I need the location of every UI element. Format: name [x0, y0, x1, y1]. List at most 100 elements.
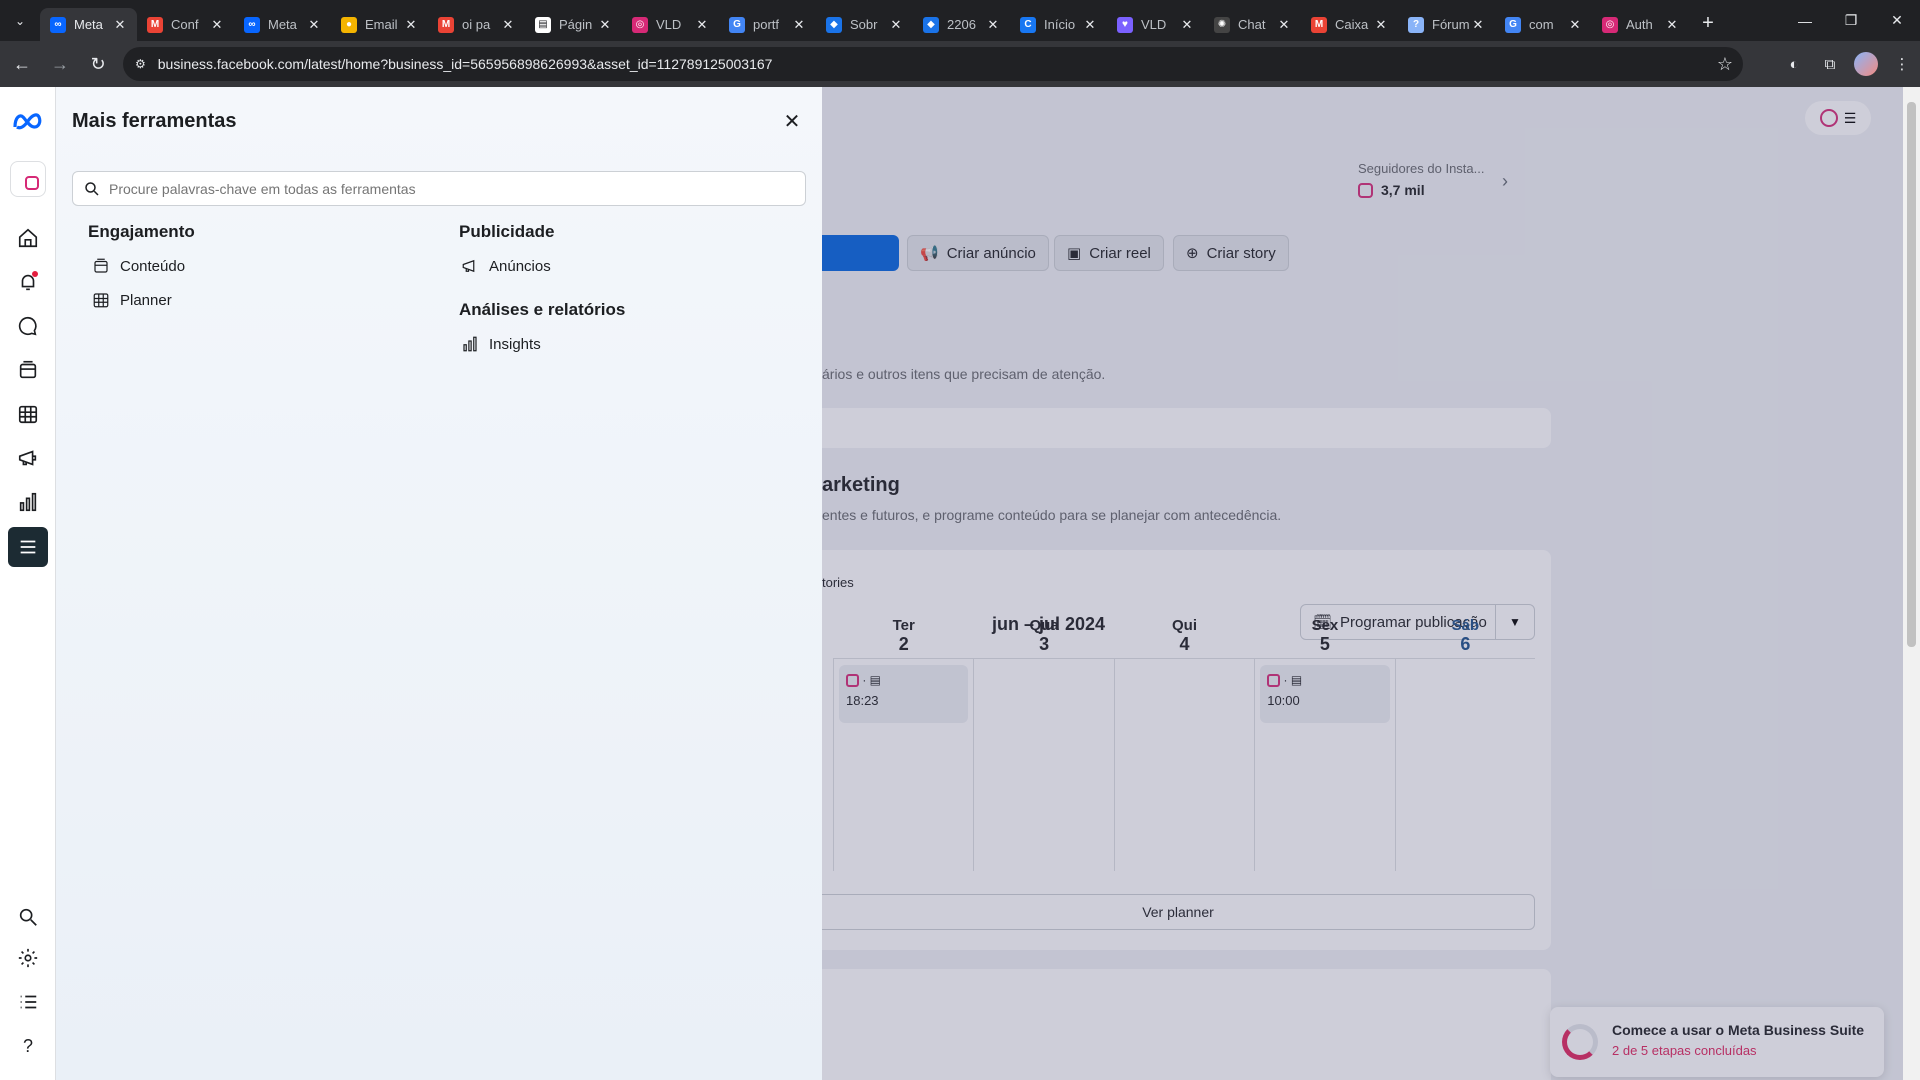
modal-overlay[interactable]: [822, 87, 1920, 1080]
browser-tab[interactable]: ● Email ✕: [331, 8, 428, 41]
section-engagement-title: Engajamento: [88, 222, 195, 241]
extension-icon[interactable]: ◐: [1776, 48, 1812, 80]
tab-title: Email: [365, 17, 398, 32]
close-window-icon[interactable]: ✕: [1874, 0, 1920, 41]
browser-tab[interactable]: ∞ Meta ✕: [40, 8, 137, 41]
browser-tab[interactable]: Gcom ✕: [1495, 8, 1592, 41]
browser-tab[interactable]: Gportf ✕: [719, 8, 816, 41]
tab-close-icon[interactable]: ✕: [1373, 17, 1389, 33]
tool-insights[interactable]: Insights: [461, 335, 541, 353]
browser-tab[interactable]: ◎ Auth ✕: [1592, 8, 1689, 41]
browser-tab[interactable]: ? Fórum ✕: [1398, 8, 1495, 41]
tab-favicon-icon: M: [147, 16, 163, 33]
tab-favicon-icon: ∞: [50, 16, 66, 33]
inbox-icon[interactable]: [12, 310, 44, 342]
profile-avatar[interactable]: [1854, 52, 1878, 76]
tab-close-icon[interactable]: ✕: [791, 17, 807, 33]
tools-search-input[interactable]: [109, 180, 805, 197]
page-scrollbar[interactable]: [1903, 87, 1920, 1080]
insights-icon: [463, 336, 477, 352]
site-info-icon[interactable]: ⚙: [135, 57, 146, 71]
insights-icon[interactable]: [12, 486, 44, 518]
tab-favicon-icon: G: [729, 16, 745, 33]
tab-close-icon[interactable]: ✕: [1664, 17, 1680, 33]
ads-icon[interactable]: [12, 442, 44, 474]
all-tools-icon[interactable]: [8, 527, 48, 567]
tool-planner[interactable]: Planner: [92, 291, 172, 309]
browser-tab[interactable]: M Caixa ✕: [1301, 8, 1398, 41]
search-icon[interactable]: [12, 901, 44, 933]
tab-close-icon[interactable]: ✕: [403, 17, 419, 33]
scrollbar-thumb[interactable]: [1907, 102, 1916, 647]
tab-title: VLD: [656, 17, 682, 32]
tab-close-icon[interactable]: ✕: [500, 17, 516, 33]
home-icon[interactable]: [12, 222, 44, 254]
tool-ads-label: Anúncios: [489, 257, 551, 275]
tool-content[interactable]: Conteúdo: [92, 257, 185, 275]
tab-close-icon[interactable]: ✕: [597, 17, 613, 33]
tab-favicon-icon: ◆: [826, 16, 842, 33]
window-controls: — ❐ ✕: [1782, 0, 1920, 41]
tab-close-icon[interactable]: ✕: [1082, 17, 1098, 33]
extensions-puzzle-icon[interactable]: ⧉: [1812, 48, 1848, 80]
tab-close-icon[interactable]: ✕: [888, 17, 904, 33]
notifications-icon[interactable]: [12, 266, 44, 298]
tab-title: 2206: [947, 17, 976, 32]
tab-title: Meta: [74, 17, 103, 32]
minimize-icon[interactable]: —: [1782, 0, 1828, 41]
tab-title: Chat: [1238, 17, 1266, 32]
tab-close-icon[interactable]: ✕: [985, 17, 1001, 33]
restore-icon[interactable]: ❐: [1828, 0, 1874, 41]
tab-title: Meta: [268, 17, 297, 32]
browser-tab[interactable]: ◎ VLD ✕: [622, 8, 719, 41]
tab-favicon-icon: M: [438, 16, 454, 33]
help-icon[interactable]: ?: [12, 1030, 44, 1062]
address-bar[interactable]: ⚙ business.facebook.com/latest/home?busi…: [123, 47, 1743, 81]
forward-icon[interactable]: →: [44, 48, 76, 80]
browser-tab[interactable]: ∞ Meta ✕: [234, 8, 331, 41]
list-icon[interactable]: [12, 986, 44, 1018]
browser-tab[interactable]: ◆ 2206 ✕: [913, 8, 1010, 41]
tab-close-icon[interactable]: ✕: [209, 17, 225, 33]
search-icon: [85, 181, 99, 196]
browser-tab[interactable]: ◆ Sobr ✕: [816, 8, 913, 41]
tab-favicon-icon: ◆: [923, 16, 939, 33]
browser-tab[interactable]: ✺ Chat ✕: [1204, 8, 1301, 41]
content-icon[interactable]: [12, 354, 44, 386]
browser-tab[interactable]: Moi pa ✕: [428, 8, 525, 41]
tab-favicon-icon: ◎: [1602, 16, 1618, 33]
tab-favicon-icon: M: [1311, 16, 1327, 33]
tab-search-button[interactable]: ⌄: [0, 0, 40, 41]
reload-icon[interactable]: ↻: [82, 48, 114, 80]
section-advertising-title: Publicidade: [459, 222, 555, 241]
tab-favicon-icon: ◎: [632, 16, 648, 33]
more-tools-panel: Mais ferramentas ✕ Engajamento Conteúdo …: [56, 87, 822, 1080]
settings-gear-icon[interactable]: [12, 942, 44, 974]
close-icon[interactable]: ✕: [778, 107, 806, 135]
account-avatar[interactable]: [10, 161, 46, 197]
tab-close-icon[interactable]: ✕: [1470, 17, 1486, 33]
page: ☰ Seguidores do Insta... 3,7 mil › 📢 Cria…: [0, 87, 1920, 1080]
tab-close-icon[interactable]: ✕: [306, 17, 322, 33]
tab-close-icon[interactable]: ✕: [694, 17, 710, 33]
browser-tab[interactable]: ▤ Págin ✕: [525, 8, 622, 41]
browser-menu-icon[interactable]: ⋮: [1884, 48, 1920, 80]
tool-ads[interactable]: Anúncios: [461, 257, 551, 275]
browser-toolbar: ← → ↻ ⚙ business.facebook.com/latest/hom…: [0, 41, 1920, 87]
tab-title: com: [1529, 17, 1554, 32]
new-tab-button[interactable]: +: [1693, 9, 1723, 39]
tools-search-box[interactable]: [72, 171, 806, 206]
meta-logo-icon[interactable]: [12, 105, 44, 137]
tab-close-icon[interactable]: ✕: [1567, 17, 1583, 33]
tab-close-icon[interactable]: ✕: [1276, 17, 1292, 33]
browser-tab[interactable]: C Início ✕: [1010, 8, 1107, 41]
browser-tab[interactable]: ♥ VLD ✕: [1107, 8, 1204, 41]
tab-close-icon[interactable]: ✕: [1179, 17, 1195, 33]
back-icon[interactable]: ←: [6, 48, 38, 80]
tab-close-icon[interactable]: ✕: [112, 17, 128, 33]
browser-tab[interactable]: M Conf ✕: [137, 8, 234, 41]
tool-insights-label: Insights: [489, 335, 541, 353]
bookmark-star-icon[interactable]: ☆: [1717, 54, 1733, 75]
planner-icon[interactable]: [12, 398, 44, 430]
browser-tab-strip: ⌄ ∞ Meta ✕ M Conf ✕ ∞ Meta ✕ ● Email ✕ Moi pa ✕ ▤ Págin…: [0, 0, 1920, 41]
